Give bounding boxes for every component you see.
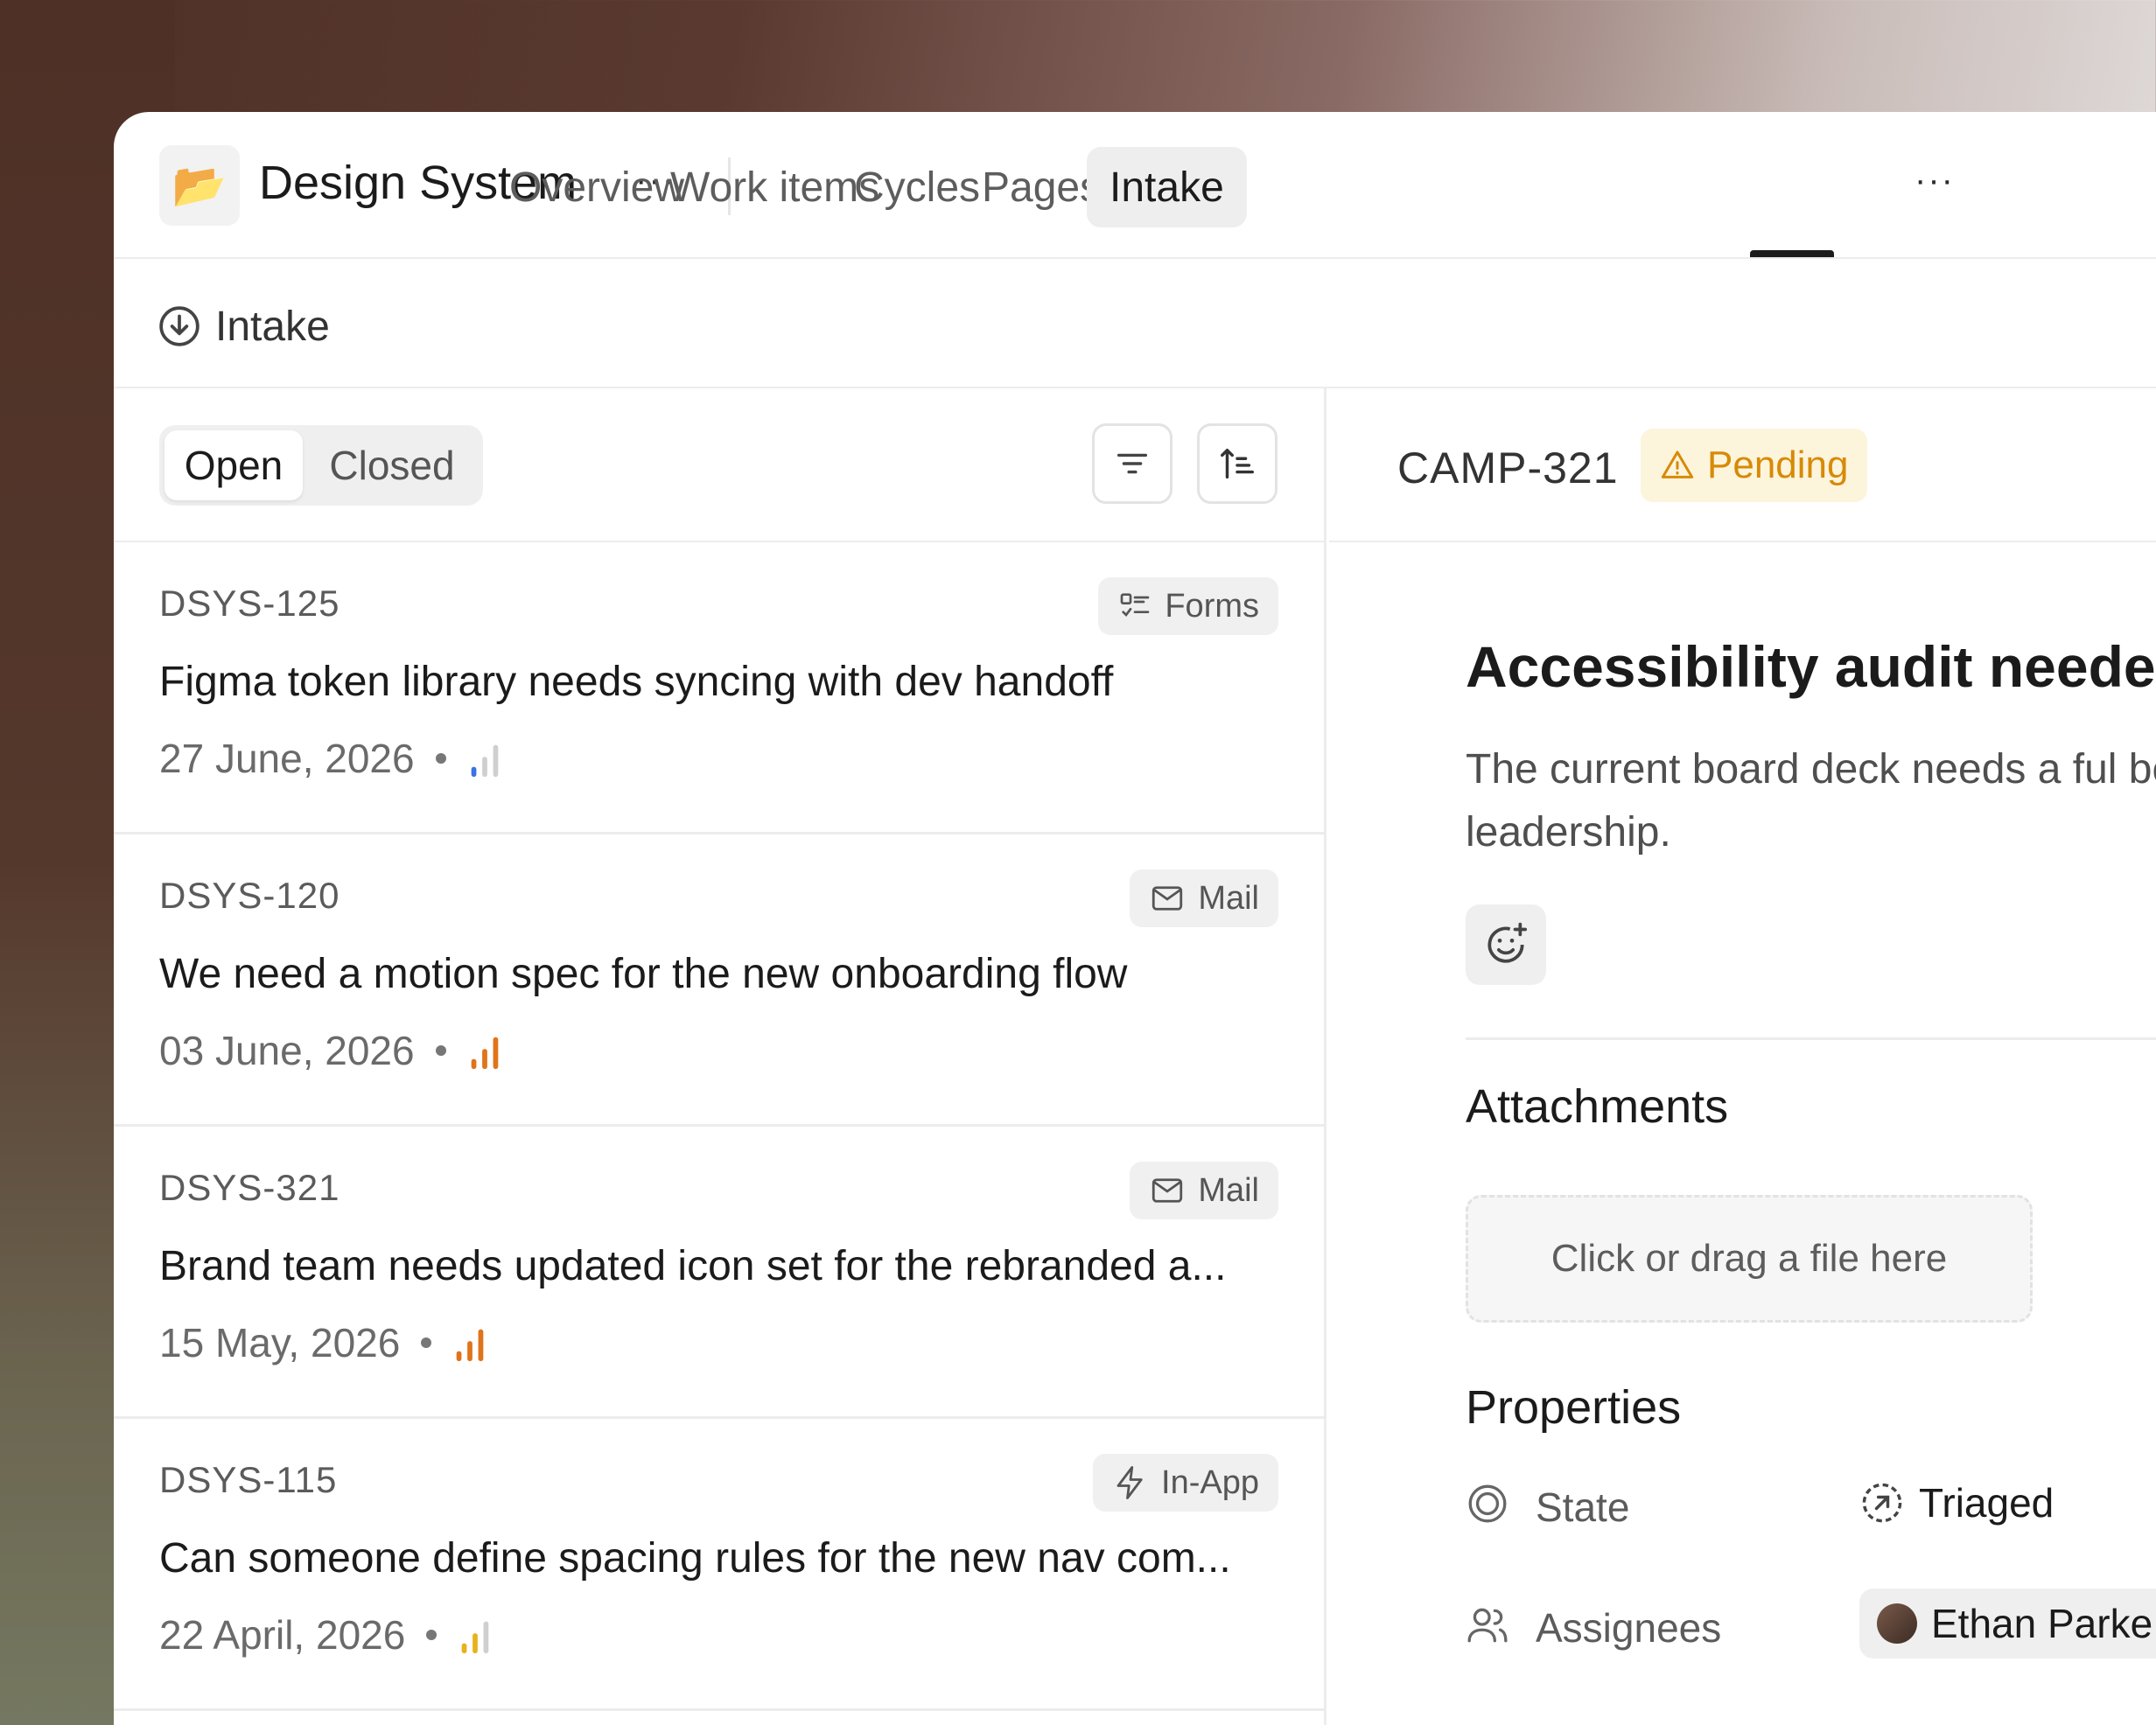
item-id: DSYS-120 <box>159 875 340 916</box>
filter-closed-button[interactable]: Closed <box>306 430 478 500</box>
item-meta: 15 May, 2026 <box>159 1319 487 1366</box>
mail-icon <box>1152 1178 1183 1203</box>
list-item[interactable]: DSYS-120 Mail We need a motion spec for … <box>114 835 1324 1127</box>
assignee-name: Ethan Parke <box>1931 1601 2153 1646</box>
state-icon <box>1468 1484 1507 1523</box>
source-label: In-App <box>1161 1463 1259 1501</box>
property-state: State Triaged <box>1466 1468 2156 1538</box>
filter-open-button[interactable]: Open <box>164 430 303 500</box>
item-meta: 27 June, 2026 <box>159 735 502 782</box>
section-divider <box>1466 1037 2156 1040</box>
separator-dot <box>435 753 446 764</box>
filter-icon <box>1116 453 1148 474</box>
priority-low-icon <box>471 744 498 778</box>
item-date: 22 April, 2026 <box>159 1612 406 1658</box>
priority-high-icon <box>471 1037 498 1070</box>
source-label: Mail <box>1198 879 1259 917</box>
list-toolbar: Open Closed <box>114 388 1324 542</box>
status-label: Pending <box>1707 443 1849 486</box>
work-item-title[interactable]: Accessibility audit neede <box>1466 633 2156 700</box>
avatar <box>1877 1603 1917 1644</box>
list-item[interactable]: DSYS-321 Mail Brand team needs updated i… <box>114 1127 1324 1419</box>
active-tab-indicator <box>1750 250 1834 257</box>
item-title: Figma token library needs syncing with d… <box>159 659 1114 705</box>
source-badge: Mail <box>1130 869 1278 927</box>
separator-dot <box>426 1630 438 1640</box>
forms-icon <box>1121 593 1150 618</box>
item-date: 03 June, 2026 <box>159 1028 415 1073</box>
item-id: DSYS-125 <box>159 583 340 624</box>
intake-icon <box>159 306 200 346</box>
status-badge: Pending <box>1641 429 1868 502</box>
work-item-id: CAMP-321 <box>1397 443 1619 492</box>
priority-high-icon <box>456 1329 484 1362</box>
detail-pane: CAMP-321 Pending Accessibility audit nee… <box>1329 388 2156 1725</box>
item-title: Can someone define spacing rules for the… <box>159 1535 1231 1582</box>
priority-medium-icon <box>461 1621 489 1654</box>
list-item[interactable]: DSYS-115 In-App Can someone define spaci… <box>114 1419 1324 1711</box>
filter-button[interactable] <box>1092 423 1172 504</box>
tab-label: Pages <box>982 164 1102 211</box>
source-label: Forms <box>1165 587 1259 625</box>
item-id: DSYS-115 <box>159 1459 338 1500</box>
separator-dot <box>421 1337 432 1348</box>
smile-plus-icon <box>1488 922 1528 963</box>
add-reaction-button[interactable] <box>1466 904 1546 985</box>
property-label: State <box>1536 1484 1630 1530</box>
item-meta: 22 April, 2026 <box>159 1611 493 1659</box>
tab-label: Intake <box>1110 164 1224 211</box>
folder-icon: 📂 <box>159 145 240 226</box>
intake-heading: Intake <box>215 304 330 350</box>
lightning-icon <box>1116 1466 1143 1499</box>
source-badge: In-App <box>1093 1454 1278 1512</box>
source-label: Mail <box>1198 1171 1259 1209</box>
item-date: 27 June, 2026 <box>159 736 415 781</box>
nav-more-icon[interactable]: ··· <box>1914 161 1955 200</box>
item-id: DSYS-321 <box>159 1167 340 1208</box>
state-value: Triaged <box>1919 1480 2054 1526</box>
properties-heading: Properties <box>1466 1381 1682 1434</box>
attachment-dropzone[interactable]: Click or drag a file here <box>1466 1195 2033 1323</box>
mail-icon <box>1152 886 1183 911</box>
source-badge: Mail <box>1130 1162 1278 1219</box>
sort-button[interactable] <box>1197 423 1278 504</box>
item-title: Brand team needs updated icon set for th… <box>159 1243 1227 1289</box>
users-icon <box>1467 1608 1508 1643</box>
attachments-heading: Attachments <box>1466 1080 1729 1133</box>
detail-header: CAMP-321 Pending <box>1329 388 2156 542</box>
top-bar: 📂 Design System ··· Overview Work items … <box>114 112 2156 259</box>
item-meta: 03 June, 2026 <box>159 1027 502 1074</box>
separator-dot <box>435 1045 446 1056</box>
property-label: Assignees <box>1536 1605 1722 1651</box>
open-closed-toggle: Open Closed <box>159 425 483 506</box>
sub-header: Intake <box>114 259 2156 388</box>
item-date: 15 May, 2026 <box>159 1320 401 1365</box>
source-badge: Forms <box>1098 577 1278 635</box>
state-dropdown[interactable]: Triaged <box>1859 1468 2054 1538</box>
property-assignees: Assignees Ethan Parke <box>1466 1589 2156 1659</box>
app-window: 📂 Design System ··· Overview Work items … <box>114 112 2156 1725</box>
tab-intake[interactable]: Intake <box>1087 147 1247 227</box>
assignee-chip[interactable]: Ethan Parke <box>1859 1589 2156 1659</box>
intake-list-pane: Open Closed DSYS-125 Forms Figma token l… <box>114 388 1326 1725</box>
warning-icon <box>1661 450 1694 478</box>
triaged-icon <box>1862 1483 1902 1523</box>
item-title: We need a motion spec for the new onboar… <box>159 951 1128 997</box>
work-item-description[interactable]: The current board deck needs a ful be pr… <box>1466 738 2156 864</box>
sort-ascending-icon <box>1221 448 1254 479</box>
list-item[interactable]: DSYS-125 Forms Figma token library needs… <box>114 542 1324 835</box>
